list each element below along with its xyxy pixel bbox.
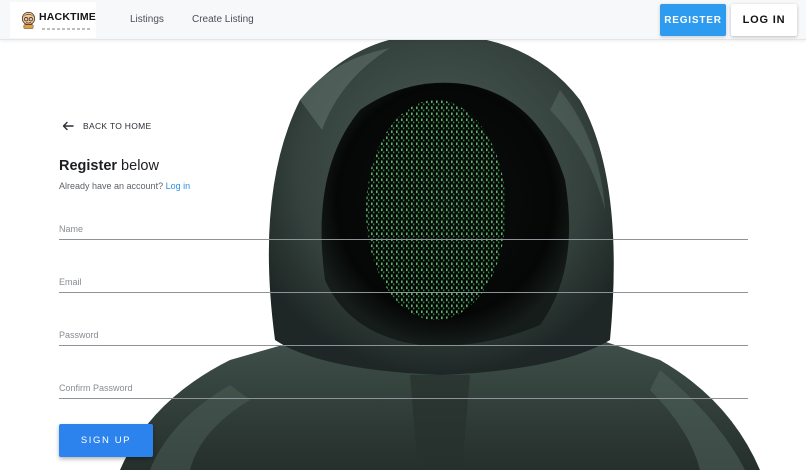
arrow-left-icon — [62, 121, 74, 131]
password-field — [59, 324, 748, 346]
page-title: Register below — [59, 158, 159, 174]
email-input[interactable] — [59, 271, 748, 292]
login-prompt: Already have an account? Log in — [59, 181, 190, 191]
login-link[interactable]: Log in — [166, 181, 191, 191]
confirm-password-field — [59, 377, 748, 399]
back-to-home-link[interactable]: BACK TO HOME — [62, 121, 151, 131]
nav-link-listings[interactable]: Listings — [130, 14, 164, 25]
nav-link-create-listing[interactable]: Create Listing — [192, 14, 254, 25]
register-button[interactable]: REGISTER — [660, 4, 726, 36]
top-navbar: HACKTIME Listings Create Listing REGISTE… — [0, 0, 806, 40]
password-input[interactable] — [59, 324, 748, 345]
login-prompt-text: Already have an account? — [59, 181, 166, 191]
name-field — [59, 218, 748, 240]
brand-logo[interactable]: HACKTIME — [10, 2, 96, 38]
email-field — [59, 271, 748, 293]
cartoon-hacker-face-icon — [21, 11, 36, 29]
name-input[interactable] — [59, 218, 748, 239]
page-title-rest: below — [117, 158, 159, 174]
login-button[interactable]: LOG IN — [731, 4, 797, 36]
brand-tagline-decoration — [42, 28, 92, 30]
confirm-password-input[interactable] — [59, 377, 748, 398]
register-form: BACK TO HOME Register below Already have… — [0, 0, 806, 470]
back-to-home-label: BACK TO HOME — [83, 121, 152, 131]
sign-up-button[interactable]: SIGN UP — [59, 424, 153, 457]
brand-name: HACKTIME — [38, 10, 96, 23]
page-title-bold: Register — [59, 158, 118, 174]
